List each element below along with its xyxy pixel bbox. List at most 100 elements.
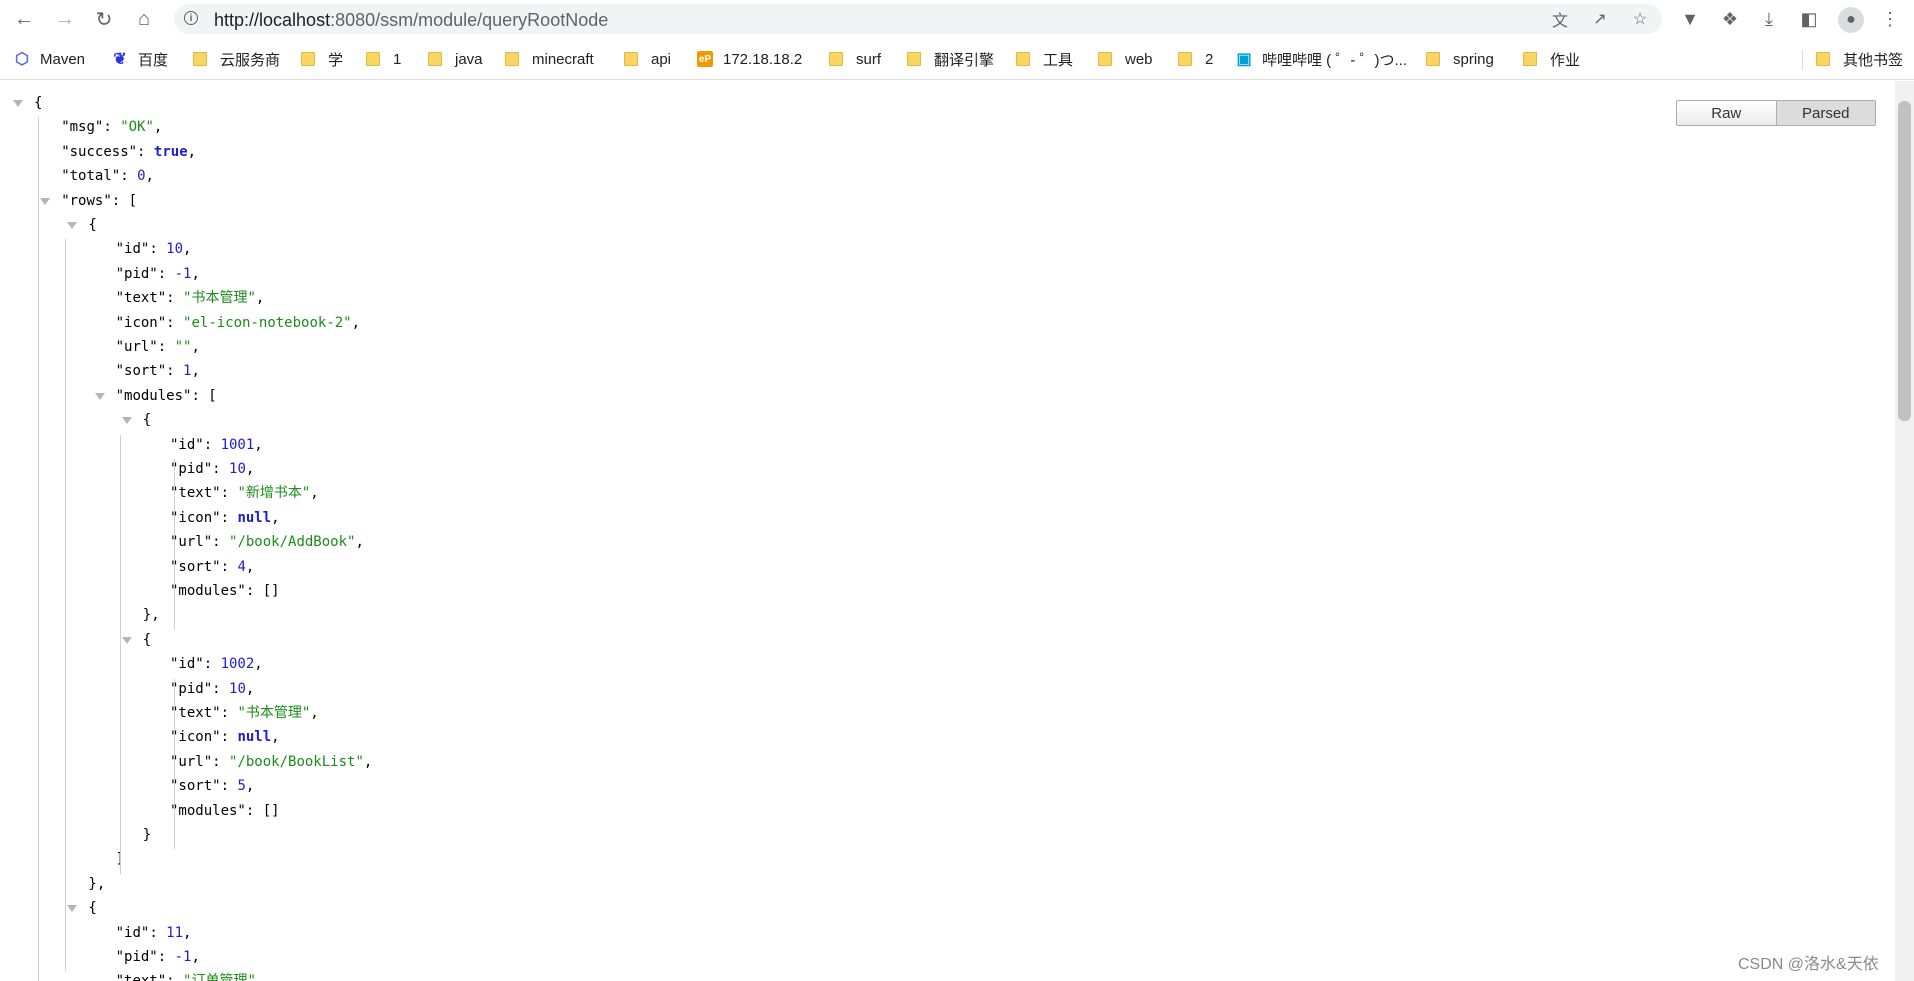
bookmark-label: 172.18.18.2 <box>723 50 803 68</box>
vue-devtools-icon[interactable]: ▼ <box>1678 8 1702 30</box>
json-line: "id": 10, <box>116 239 192 259</box>
menu-kebab-icon[interactable]: ⋮ <box>1878 8 1902 30</box>
vertical-scrollbar[interactable] <box>1895 81 1914 981</box>
json-key: "text" <box>116 973 167 981</box>
json-key: "id" <box>115 241 150 258</box>
json-line: { <box>88 215 96 235</box>
bookmark-item[interactable]: minecraft <box>505 48 594 70</box>
json-punctuation: { <box>142 412 152 429</box>
json-punctuation: , <box>256 973 264 981</box>
url-text[interactable]: http://localhost:8080/ssm/module/queryRo… <box>214 10 608 31</box>
json-key: "sort" <box>115 363 167 380</box>
bookmark-label: api <box>651 50 672 68</box>
bookmark-item[interactable]: 其他书签 <box>1816 48 1903 70</box>
json-line: } <box>143 825 151 845</box>
folder-icon <box>193 52 207 66</box>
ep-icon: eP <box>697 51 713 67</box>
json-key: "pid" <box>170 680 213 697</box>
bookmark-star-icon[interactable]: ☆ <box>1628 8 1652 30</box>
bookmark-item[interactable]: 1 <box>366 48 401 70</box>
json-punctuation: , <box>355 534 364 551</box>
bookmark-item[interactable]: java <box>428 48 483 70</box>
translate-icon[interactable]: 文 <box>1548 8 1572 30</box>
bookmark-item[interactable]: spring <box>1426 48 1494 70</box>
raw-button[interactable]: Raw <box>1677 101 1776 125</box>
json-literal: null <box>237 509 272 526</box>
json-key: "modules" <box>115 387 192 404</box>
json-line: }, <box>143 605 160 625</box>
scrollbar-thumb[interactable] <box>1898 101 1911 421</box>
indent-guide-line <box>119 434 121 874</box>
json-punctuation: : <box>166 314 184 331</box>
bookmark-label: 百度 <box>138 51 169 69</box>
bookmark-label: spring <box>1453 50 1494 68</box>
json-line: "msg": "OK", <box>61 117 162 137</box>
reload-icon[interactable]: ↻ <box>90 6 118 32</box>
collapse-toggle-icon[interactable] <box>121 417 132 425</box>
json-line: "id": 11, <box>116 923 192 943</box>
bookmark-label: web <box>1125 50 1153 68</box>
folder-icon <box>505 52 519 66</box>
bookmark-item[interactable]: 云服务商 <box>193 48 280 70</box>
json-punctuation: , <box>145 168 154 185</box>
indent-guide-line <box>174 678 175 850</box>
url-path: :8080/ssm/module/queryRootNode <box>330 10 609 30</box>
json-punctuation: } <box>142 827 152 843</box>
address-bar[interactable]: i http://localhost:8080/ssm/module/query… <box>174 4 1662 34</box>
collapse-toggle-icon[interactable] <box>40 197 51 205</box>
json-number: 4 <box>237 558 246 575</box>
json-line: "pid": 10, <box>170 679 254 699</box>
json-number: 10 <box>229 461 246 477</box>
bookmark-item[interactable]: 学 <box>301 48 343 70</box>
json-key: "total" <box>61 168 121 185</box>
back-arrow-icon[interactable]: ← <box>10 6 38 32</box>
bookmark-item[interactable]: ▣ 哔哩哔哩 ( ゜- ゜)つ... <box>1236 48 1407 70</box>
json-punctuation: : [ <box>111 192 138 209</box>
json-punctuation: : <box>149 924 167 941</box>
folder-icon <box>907 52 921 66</box>
collapse-toggle-icon[interactable] <box>94 392 105 400</box>
forward-arrow-icon[interactable]: → <box>51 6 79 32</box>
watermark: CSDN @洛水&天依 <box>1738 956 1879 973</box>
download-icon[interactable]: ⤓ <box>1757 8 1781 30</box>
bookmark-item[interactable]: eP 172.18.18.2 <box>697 48 802 70</box>
bookmark-item[interactable]: ❦ 百度 <box>112 48 168 70</box>
bookmark-item[interactable]: 工具 <box>1016 48 1073 70</box>
collapse-toggle-icon[interactable] <box>13 100 23 107</box>
bookmark-item[interactable]: api <box>624 48 671 70</box>
json-line: "icon": null, <box>170 508 280 528</box>
profile-avatar[interactable]: ● <box>1838 7 1864 33</box>
json-punctuation: : <box>220 729 238 746</box>
json-punctuation: : <box>157 265 175 282</box>
bookmark-item[interactable]: 作业 <box>1523 48 1580 70</box>
collapse-toggle-icon[interactable] <box>67 222 78 229</box>
json-line: { <box>88 898 96 918</box>
side-panel-icon[interactable]: ◧ <box>1797 8 1821 30</box>
collapse-toggle-icon[interactable] <box>67 905 78 913</box>
json-number: 0 <box>137 168 146 185</box>
bookmarks-bar: ⬡ Maven ❦ 百度 云服务商 学 1 java minecraft api eP 172.18.… <box>0 40 1914 80</box>
json-line: "pid": -1, <box>116 264 200 284</box>
json-key: "id" <box>115 924 150 941</box>
folder-icon <box>1098 52 1112 66</box>
home-icon[interactable]: ⌂ <box>130 6 158 32</box>
json-line: "id": 1002, <box>170 654 263 674</box>
json-number: -1 <box>174 949 192 965</box>
json-line: "success": true, <box>61 142 196 162</box>
json-key: "modules" <box>170 802 246 819</box>
bookmark-item[interactable]: 2 <box>1178 48 1213 70</box>
json-line: "sort": 5, <box>170 776 254 796</box>
json-punctuation: }, <box>88 875 106 892</box>
share-icon[interactable]: ↗ <box>1588 8 1612 30</box>
indent-guide-line <box>38 117 39 981</box>
collapse-toggle-icon[interactable] <box>121 636 132 644</box>
site-info-icon[interactable]: i <box>184 11 198 25</box>
parsed-button[interactable]: Parsed <box>1775 101 1875 125</box>
json-line: "url": "/book/AddBook", <box>170 532 364 552</box>
extensions-puzzle-icon[interactable]: ❖ <box>1718 8 1742 30</box>
folder-icon <box>366 52 380 66</box>
bookmark-item[interactable]: surf <box>829 48 881 70</box>
bookmark-item[interactable]: web <box>1098 48 1153 70</box>
bookmark-item[interactable]: ⬡ Maven <box>14 48 85 70</box>
bookmark-item[interactable]: 翻译引擎 <box>907 48 994 70</box>
